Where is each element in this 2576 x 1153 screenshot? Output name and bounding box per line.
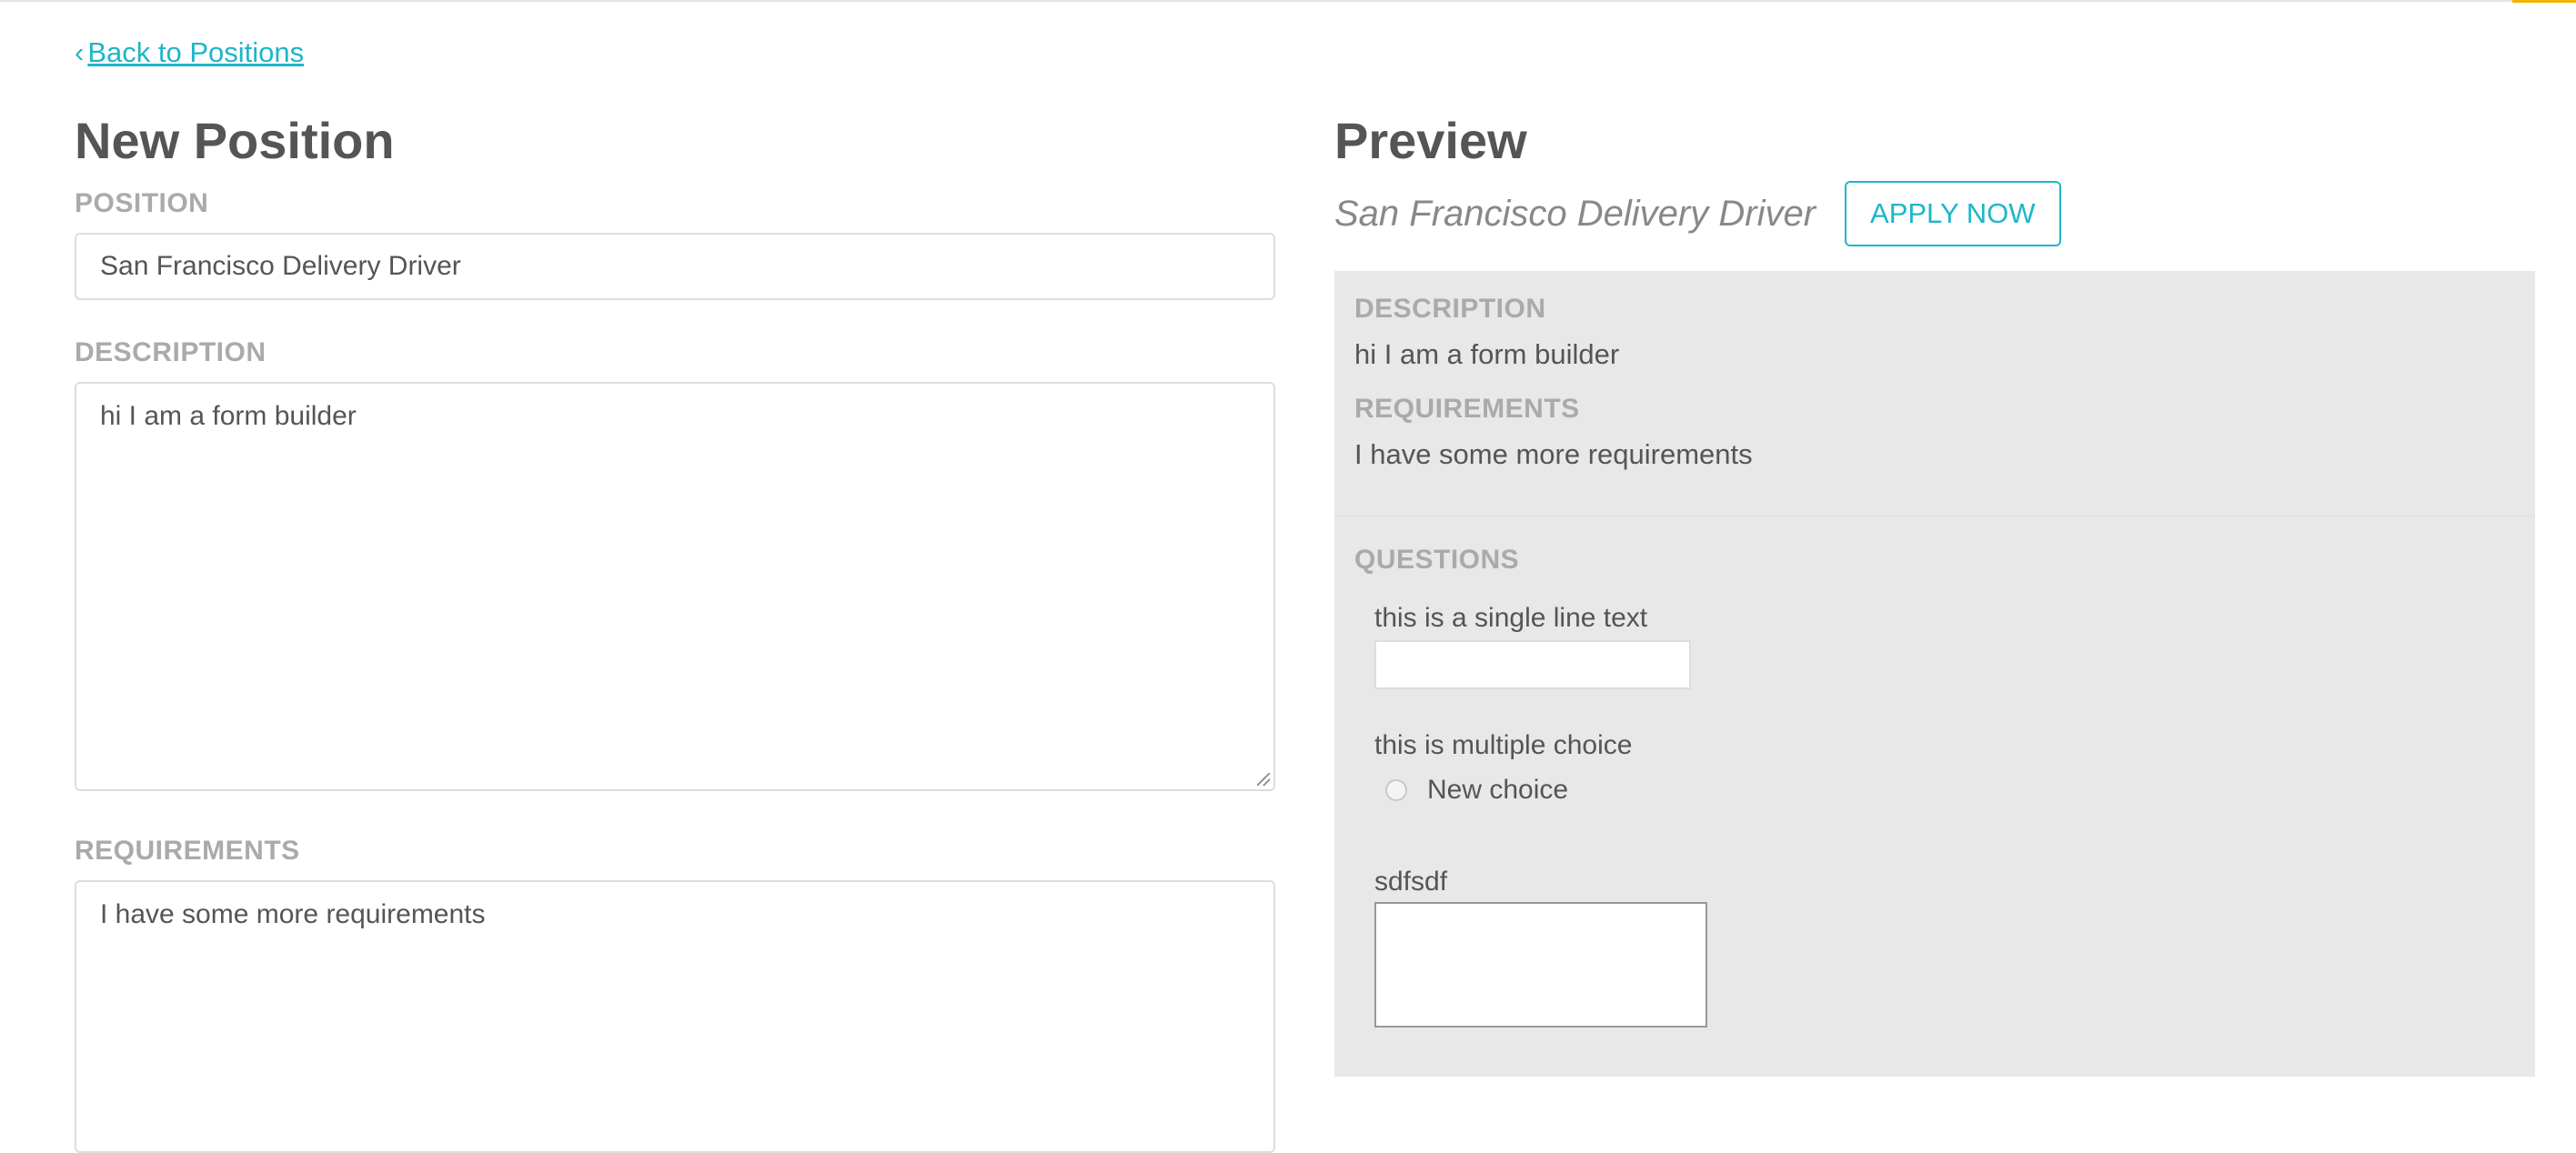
back-to-positions-link[interactable]: ‹ Back to Positions <box>75 36 304 69</box>
position-label: POSITION <box>75 188 209 218</box>
description-label: DESCRIPTION <box>75 337 267 367</box>
preview-requirements-text: I have some more requirements <box>1354 438 1753 470</box>
preview-header: San Francisco Delivery Driver APPLY NOW <box>1334 173 2535 255</box>
radio-button[interactable] <box>1385 779 1407 801</box>
preview-requirements-label: REQUIREMENTS <box>1354 394 1580 424</box>
multi-line-text-input[interactable] <box>1374 902 1707 1028</box>
requirements-label: REQUIREMENTS <box>75 836 300 866</box>
question-textarea: sdfsdf <box>1374 866 1707 1028</box>
description-textarea-value: hi I am a form builder <box>100 401 357 431</box>
single-line-text-input[interactable] <box>1374 640 1691 689</box>
preview-title: Preview <box>1334 112 1527 169</box>
preview-divider <box>1334 515 2535 516</box>
preview-description-text: hi I am a form builder <box>1354 338 1620 370</box>
preview-description-label: DESCRIPTION <box>1354 294 1546 324</box>
top-accent-bar <box>2512 0 2576 3</box>
preview-position-title: San Francisco Delivery Driver <box>1334 193 1816 234</box>
requirements-textarea[interactable]: I have some more requirements <box>75 880 1275 1153</box>
apply-now-button[interactable]: APPLY NOW <box>1845 181 2061 246</box>
question-label: this is multiple choice <box>1374 730 1633 760</box>
position-input-value: San Francisco Delivery Driver <box>100 251 461 281</box>
description-textarea[interactable]: hi I am a form builder <box>75 382 1275 791</box>
radio-option-label: New choice <box>1427 775 1569 805</box>
preview-column: Preview San Francisco Delivery Driver AP… <box>1334 109 2535 1077</box>
resize-handle-icon[interactable] <box>1257 773 1270 786</box>
question-label: sdfsdf <box>1374 867 1448 897</box>
form-title: New Position <box>75 112 395 169</box>
preview-panel: DESCRIPTION hi I am a form builder REQUI… <box>1334 271 2535 1077</box>
top-border <box>0 0 2576 2</box>
position-input[interactable]: San Francisco Delivery Driver <box>75 233 1275 300</box>
back-link-label: Back to Positions <box>87 36 305 68</box>
question-single-line: this is a single line text <box>1374 602 1691 689</box>
question-multiple-choice: this is multiple choice New choice <box>1374 729 1632 806</box>
preview-details: DESCRIPTION hi I am a form builder REQUI… <box>1334 271 2535 473</box>
question-label: this is a single line text <box>1374 603 1648 633</box>
requirements-textarea-value: I have some more requirements <box>100 899 486 929</box>
chevron-left-icon: ‹ <box>75 36 85 68</box>
preview-questions-label: QUESTIONS <box>1354 545 1520 575</box>
position-form: New Position POSITION San Francisco Deli… <box>75 109 1275 1153</box>
radio-option[interactable]: New choice <box>1385 775 1632 806</box>
